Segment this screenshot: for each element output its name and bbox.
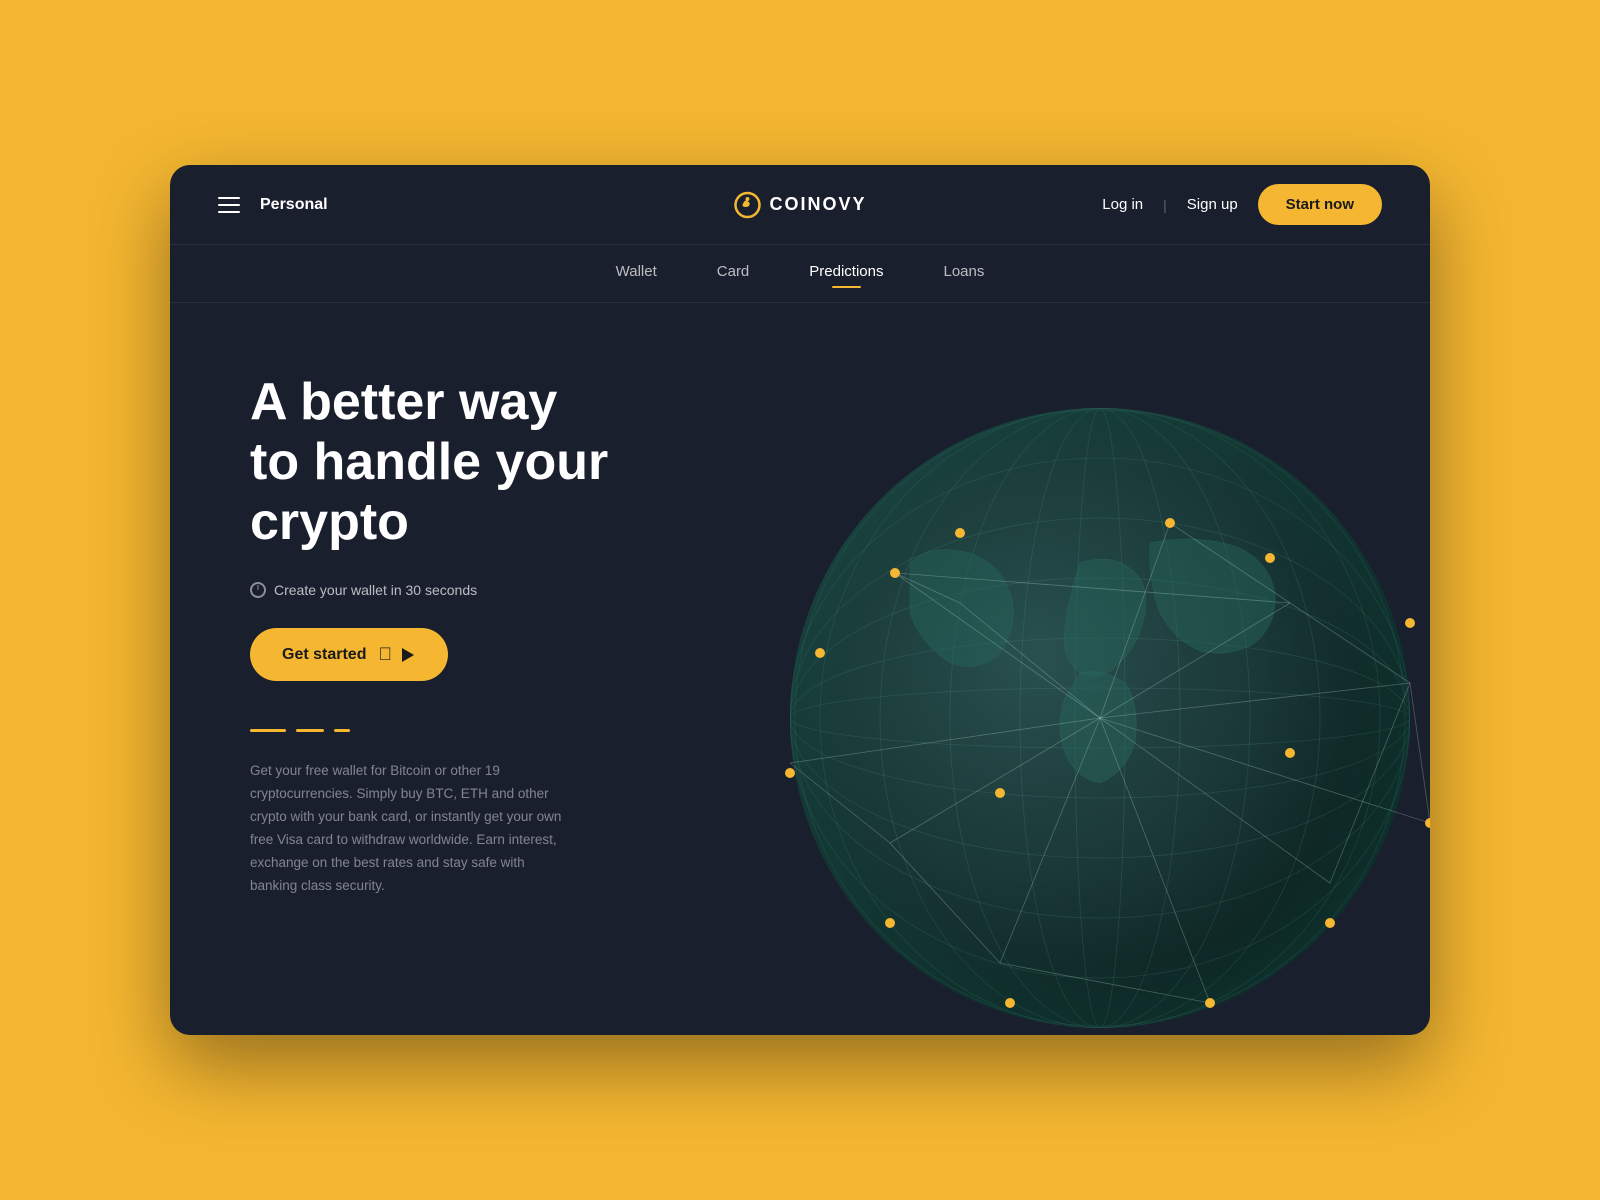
hero-description: Get your free wallet for Bitcoin or othe… [250,760,570,898]
globe-visualization [710,303,1430,1035]
browser-window: Personal COINOVY Log in | Sign up Start … [170,165,1430,1035]
hero-subtitle: Create your wallet in 30 seconds [250,582,730,598]
main-content: A better way to handle your crypto Creat… [170,303,1430,1035]
start-now-button[interactable]: Start now [1258,184,1382,225]
logo-text: COINOVY [769,194,866,215]
store-icons:  [378,644,416,665]
sub-navigation: Wallet Card Predictions Loans [170,245,1430,303]
decorative-lines [250,729,730,732]
hamburger-menu[interactable] [218,197,240,213]
signup-link[interactable]: Sign up [1187,196,1238,213]
nav-loans[interactable]: Loans [943,263,984,284]
personal-label: Personal [260,196,328,214]
line-3 [334,729,350,732]
line-1 [250,729,286,732]
clock-icon [250,582,266,598]
login-link[interactable]: Log in [1102,196,1143,213]
logo[interactable]: COINOVY [733,191,866,219]
get-started-button[interactable]: Get started  [250,628,448,681]
header: Personal COINOVY Log in | Sign up Start … [170,165,1430,245]
globe-svg [710,303,1430,1035]
play-store-icon [398,646,416,664]
header-right: Log in | Sign up Start now [1102,184,1382,225]
apple-icon:  [378,644,392,665]
hero-section: A better way to handle your crypto Creat… [170,303,730,1035]
hero-title: A better way to handle your crypto [250,373,730,552]
header-left: Personal [218,196,328,214]
nav-wallet[interactable]: Wallet [616,263,657,284]
nav-divider: | [1163,197,1167,213]
nav-card[interactable]: Card [717,263,750,284]
line-2 [296,729,324,732]
coinovy-logo-icon [733,191,761,219]
nav-predictions[interactable]: Predictions [809,263,883,284]
